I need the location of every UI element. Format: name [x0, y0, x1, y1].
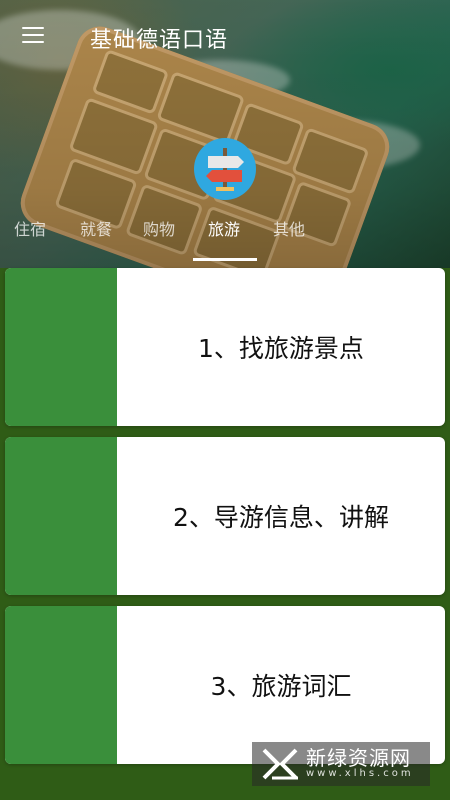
app-bar: 基础德语口语: [0, 0, 450, 72]
card-accent-stripe: [5, 268, 117, 426]
lesson-title: 2、导游信息、讲解: [173, 503, 389, 532]
tab-other[interactable]: 其他: [273, 216, 305, 240]
watermark: 新绿资源网 www.xlhs.com: [252, 742, 430, 786]
signpost-icon: [194, 138, 256, 200]
card-accent-stripe: [5, 606, 117, 764]
category-tabs: 住宿 就餐 购物 旅游 其他: [0, 216, 450, 246]
card-accent-stripe: [5, 437, 117, 595]
tab-shopping[interactable]: 购物: [143, 216, 175, 240]
tab-accommodation[interactable]: 住宿: [14, 216, 46, 240]
lesson-card-2[interactable]: 2、导游信息、讲解: [5, 437, 445, 595]
watermark-text: 新绿资源网: [306, 746, 411, 770]
tab-travel[interactable]: 旅游: [208, 216, 240, 240]
menu-icon[interactable]: [20, 24, 48, 48]
lesson-card-1[interactable]: 1、找旅游景点: [5, 268, 445, 426]
watermark-url: www.xlhs.com: [306, 768, 414, 779]
active-tab-indicator: [193, 258, 257, 261]
lesson-card-3[interactable]: 3、旅游词汇: [5, 606, 445, 764]
app-title: 基础德语口语: [90, 28, 229, 53]
lesson-title: 3、旅游词汇: [210, 672, 352, 701]
lesson-title: 1、找旅游景点: [198, 334, 364, 363]
tab-dining[interactable]: 就餐: [80, 216, 112, 240]
watermark-logo-icon: [262, 748, 298, 780]
